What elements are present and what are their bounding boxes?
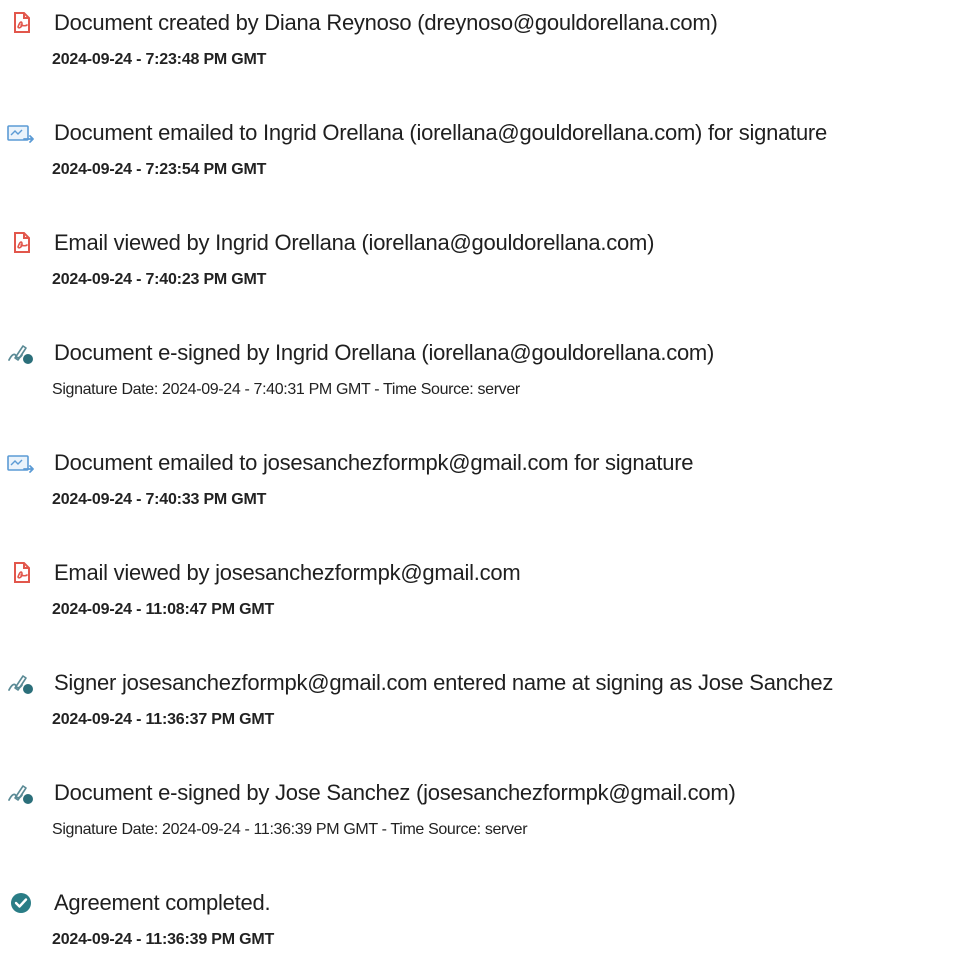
event-title: Document e-signed by Ingrid Orellana (io… bbox=[54, 340, 715, 365]
audit-event-viewed: Email viewed by Ingrid Orellana (iorella… bbox=[0, 220, 978, 300]
event-title: Document emailed to Ingrid Orellana (ior… bbox=[54, 120, 827, 145]
event-title: Email viewed by josesanchezformpk@gmail.… bbox=[54, 560, 521, 585]
event-title: Agreement completed. bbox=[54, 890, 271, 915]
email-sent-icon bbox=[6, 120, 36, 146]
pdf-document-icon bbox=[6, 230, 36, 256]
event-timestamp: 2024-09-24 - 7:40:23 PM GMT bbox=[52, 271, 267, 288]
pdf-document-icon bbox=[6, 560, 36, 586]
event-timestamp: 2024-09-24 - 11:36:37 PM GMT bbox=[52, 711, 275, 728]
audit-event-signed: Document e-signed by Jose Sanchez (joses… bbox=[0, 770, 978, 850]
audit-event-signed: Document e-signed by Ingrid Orellana (io… bbox=[0, 330, 978, 410]
event-title: Document created by Diana Reynoso (dreyn… bbox=[54, 10, 718, 35]
check-circle-icon bbox=[6, 890, 36, 916]
event-timestamp: 2024-09-24 - 7:23:48 PM GMT bbox=[52, 51, 267, 68]
audit-trail: Document created by Diana Reynoso (dreyn… bbox=[0, 0, 978, 952]
event-timestamp: 2024-09-24 - 11:36:39 PM GMT bbox=[52, 931, 275, 948]
audit-event-emailed: Document emailed to Ingrid Orellana (ior… bbox=[0, 110, 978, 190]
event-title: Email viewed by Ingrid Orellana (iorella… bbox=[54, 230, 655, 255]
event-title: Document e-signed by Jose Sanchez (joses… bbox=[54, 780, 736, 805]
audit-event-emailed: Document emailed to josesanchezformpk@gm… bbox=[0, 440, 978, 520]
event-timestamp: 2024-09-24 - 7:23:54 PM GMT bbox=[52, 161, 267, 178]
audit-event-name-entered: Signer josesanchezformpk@gmail.com enter… bbox=[0, 660, 978, 740]
pdf-document-icon bbox=[6, 10, 36, 36]
audit-event-viewed: Email viewed by josesanchezformpk@gmail.… bbox=[0, 550, 978, 630]
event-signature-date: Signature Date: 2024-09-24 - 7:40:31 PM … bbox=[52, 381, 520, 398]
event-timestamp: 2024-09-24 - 7:40:33 PM GMT bbox=[52, 491, 267, 508]
event-signature-date: Signature Date: 2024-09-24 - 11:36:39 PM… bbox=[52, 821, 528, 838]
audit-event-created: Document created by Diana Reynoso (dreyn… bbox=[0, 0, 978, 80]
event-title: Document emailed to josesanchezformpk@gm… bbox=[54, 450, 694, 475]
email-sent-icon bbox=[6, 450, 36, 476]
e-sign-icon bbox=[6, 670, 36, 696]
event-timestamp: 2024-09-24 - 11:08:47 PM GMT bbox=[52, 601, 275, 618]
e-sign-icon bbox=[6, 780, 36, 806]
e-sign-icon bbox=[6, 340, 36, 366]
event-title: Signer josesanchezformpk@gmail.com enter… bbox=[54, 670, 834, 695]
audit-event-completed: Agreement completed. 2024-09-24 - 11:36:… bbox=[0, 880, 978, 960]
